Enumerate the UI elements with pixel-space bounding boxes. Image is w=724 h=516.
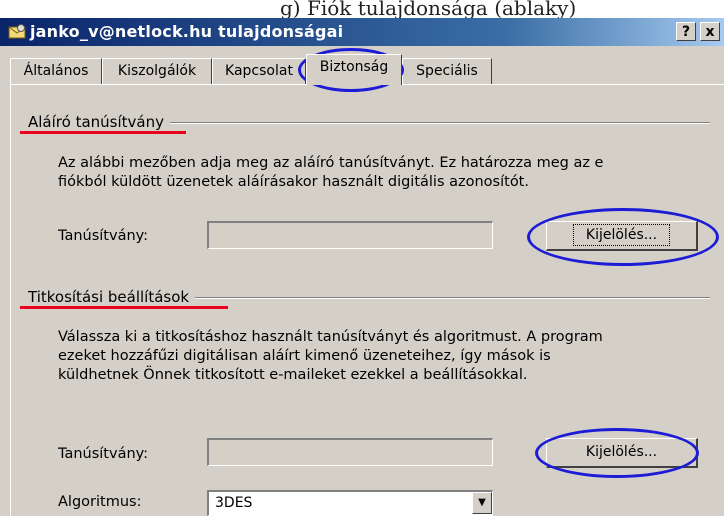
signing-select-button[interactable]: Kijelölés... — [546, 221, 698, 251]
properties-dialog: janko_v@netlock.hu tulajdonságai ? x Ált… — [0, 18, 724, 516]
tab-security[interactable]: Biztonság — [306, 54, 402, 85]
signing-description-line2: fiókból küldött üzenetek aláírásakor has… — [58, 174, 529, 190]
title-bar[interactable]: janko_v@netlock.hu tulajdonságai ? x — [0, 18, 724, 46]
encryption-title-underline-annotation — [20, 306, 228, 309]
caption-text: g) Fiók tulajdonsága (ablaky) — [280, 0, 577, 20]
help-button[interactable]: ? — [676, 22, 696, 41]
document-caption: g) Fiók tulajdonsága (ablaky) — [0, 0, 724, 20]
encryption-description-line2: ezeket hozzáfűzi digitálisan aláírt kime… — [58, 348, 551, 364]
encryption-cert-label: Tanúsítvány: — [58, 446, 149, 462]
encryption-description-line1: Válassza ki a titkosításhoz használt tan… — [58, 329, 603, 345]
algorithm-label: Algoritmus: — [58, 494, 142, 510]
tab-connection[interactable]: Kapcsolat — [212, 58, 306, 84]
tab-strip: Általános Kiszolgálók Kapcsolat Biztonsá… — [10, 54, 724, 85]
tab-advanced[interactable]: Speciális — [402, 58, 492, 84]
tab-servers[interactable]: Kiszolgálók — [102, 58, 212, 84]
signing-cert-field[interactable] — [207, 221, 493, 249]
encryption-cert-field[interactable] — [207, 438, 493, 466]
signing-select-label: Kijelölés... — [572, 224, 671, 246]
window-title: janko_v@netlock.hu tulajdonságai — [30, 22, 344, 41]
algorithm-select[interactable]: 3DES ▼ — [207, 490, 493, 516]
encryption-description-line3: küldhetnek Önnek titkosított e-maileket … — [58, 367, 528, 383]
encryption-select-button[interactable]: Kijelölés... — [546, 438, 698, 468]
close-button[interactable]: x — [700, 22, 720, 41]
signing-title-underline-annotation — [20, 131, 186, 134]
chevron-down-icon[interactable]: ▼ — [472, 492, 492, 514]
signing-cert-label: Tanúsítvány: — [58, 228, 149, 244]
encryption-group-title: Titkosítási beállítások — [28, 288, 196, 306]
mail-account-icon — [8, 24, 26, 39]
signing-description-line1: Az alábbi mezőben adja meg az aláíró tan… — [58, 155, 604, 171]
signing-group-title: Aláíró tanúsítvány — [28, 113, 170, 131]
tab-general[interactable]: Általános — [10, 58, 102, 84]
algorithm-selected-value: 3DES — [215, 495, 253, 511]
